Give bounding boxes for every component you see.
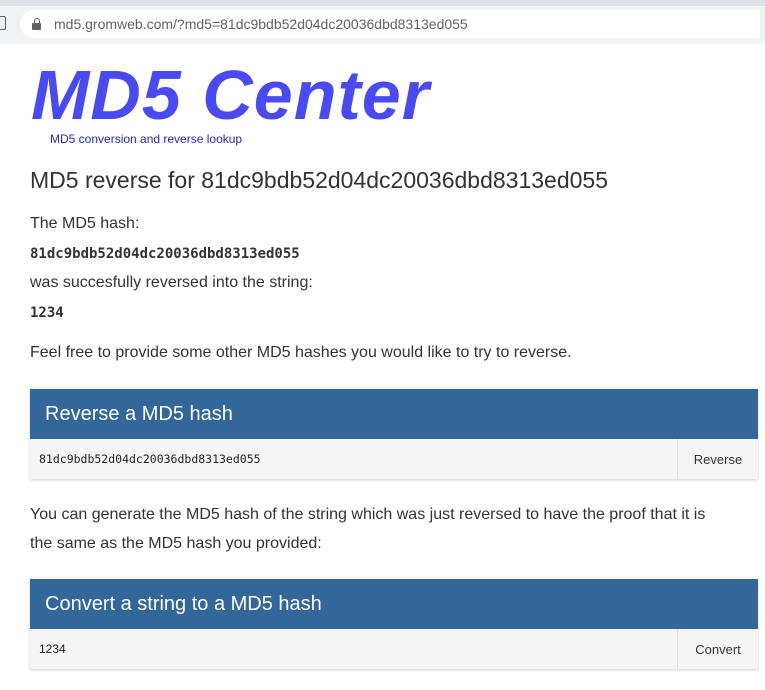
reverse-button[interactable]: Reverse xyxy=(677,439,758,479)
tab-strip xyxy=(0,0,765,6)
convert-button[interactable]: Convert xyxy=(677,629,758,669)
hash-value: 81dc9bdb52d04dc20036dbd8313ed055 xyxy=(30,246,300,262)
reverse-panel-title: Reverse a MD5 hash xyxy=(30,389,758,439)
lock-icon[interactable] xyxy=(32,18,41,30)
scrollbar[interactable] xyxy=(759,44,765,690)
convert-panel: Convert a string to a MD5 hash Convert xyxy=(30,579,758,669)
site-tagline: MD5 conversion and reverse lookup xyxy=(50,132,243,146)
proof-text-line1: You can generate the MD5 hash of the str… xyxy=(30,506,706,523)
string-value: 1234 xyxy=(30,305,64,321)
address-bar[interactable]: md5.gromweb.com/?md5=81dc9bdb52d04dc2003… xyxy=(20,10,760,38)
reverse-panel: Reverse a MD5 hash Reverse xyxy=(30,389,758,479)
reverse-panel-body: Reverse xyxy=(30,439,758,479)
convert-panel-title: Convert a string to a MD5 hash xyxy=(30,579,758,629)
string-input[interactable] xyxy=(30,629,677,669)
page-content: MD5 Center MD5 conversion and reverse lo… xyxy=(14,44,765,690)
site-logo[interactable]: MD5 Center xyxy=(31,55,430,135)
md5-hash-input[interactable] xyxy=(30,439,677,479)
hash-label: The MD5 hash: xyxy=(30,215,140,232)
page-gutter xyxy=(0,44,15,690)
proof-text-line2: the same as the MD5 hash you provided: xyxy=(30,535,322,552)
success-text: was succesfully reversed into the string… xyxy=(30,274,313,291)
convert-panel-body: Convert xyxy=(30,629,758,669)
url-text[interactable]: md5.gromweb.com/?md5=81dc9bdb52d04dc2003… xyxy=(54,16,468,32)
browser-toolbar: md5.gromweb.com/?md5=81dc9bdb52d04dc2003… xyxy=(0,0,765,44)
invite-text: Feel free to provide some other MD5 hash… xyxy=(30,344,572,361)
sidebar-toggle-icon[interactable] xyxy=(0,16,6,30)
page-title: MD5 reverse for 81dc9bdb52d04dc20036dbd8… xyxy=(30,167,609,193)
